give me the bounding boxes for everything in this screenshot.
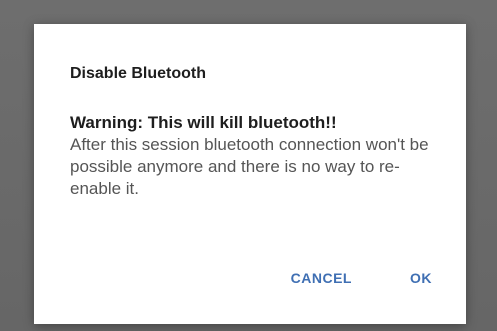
warning-text: Warning: This will kill bluetooth!! [70, 113, 337, 132]
message-text: After this session bluetooth connection … [70, 135, 429, 198]
dialog-actions: CANCEL OK [281, 262, 442, 294]
dialog-title: Disable Bluetooth [70, 65, 207, 82]
disable-bluetooth-dialog: Disable Bluetooth Warning: This will kil… [34, 24, 466, 324]
ok-button[interactable]: OK [400, 262, 442, 294]
cancel-button[interactable]: CANCEL [281, 262, 362, 294]
